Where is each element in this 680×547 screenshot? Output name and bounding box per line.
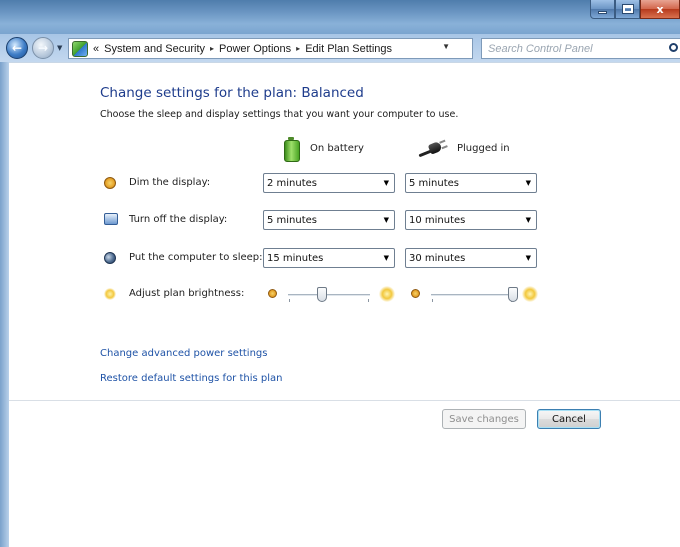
column-label-on-battery: On battery (310, 142, 364, 154)
battery-icon (284, 136, 300, 162)
forward-button[interactable]: → (32, 37, 54, 59)
save-changes-button[interactable]: Save changes (442, 409, 526, 429)
setting-label-brightness: Adjust plan brightness: (129, 288, 245, 299)
setting-row-brightness: Adjust plan brightness: (100, 284, 560, 305)
breadcrumb-separator-icon[interactable]: ▸ (296, 44, 300, 53)
dim-display-plugged-in-select[interactable]: 5 minutes ▼ (405, 173, 537, 193)
sleep-plugged-in-select[interactable]: 30 minutes ▼ (405, 248, 537, 268)
setting-label-turn-off-display: Turn off the display: (129, 214, 228, 225)
plug-prong-shape (441, 145, 448, 150)
control-panel-icon (72, 40, 88, 57)
minimize-icon (598, 10, 607, 14)
close-button[interactable]: x (640, 0, 680, 19)
dropdown-arrow-icon: ▼ (525, 254, 531, 262)
forward-arrow-icon: → (37, 41, 49, 55)
dropdown-value: 10 minutes (409, 214, 466, 226)
address-dropdown-icon[interactable]: ▼ (442, 42, 450, 51)
slider-track[interactable] (288, 294, 370, 296)
title-bar: x (0, 0, 680, 34)
turn-off-display-on-battery-select[interactable]: 5 minutes ▼ (263, 210, 395, 230)
minimize-button[interactable] (590, 0, 615, 19)
column-label-plugged-in: Plugged in (457, 142, 510, 154)
content-area: Change settings for the plan: Balanced C… (9, 62, 680, 547)
setting-label-sleep: Put the computer to sleep: (129, 252, 263, 263)
dim-display-on-battery-select[interactable]: 2 minutes ▼ (263, 173, 395, 193)
breadcrumb-system-and-security[interactable]: System and Security (104, 43, 205, 55)
brightness-plugged-in-slider[interactable] (411, 284, 539, 305)
dropdown-arrow-icon: ▼ (383, 179, 389, 187)
dropdown-value: 15 minutes (267, 252, 324, 264)
slider-thumb[interactable] (317, 287, 328, 302)
dropdown-value: 30 minutes (409, 252, 466, 264)
page-title: Change settings for the plan: Balanced (100, 85, 364, 101)
setting-label-dim-display: Dim the display: (129, 177, 211, 188)
brightness-high-icon (522, 286, 538, 302)
turn-off-display-plugged-in-select[interactable]: 10 minutes ▼ (405, 210, 537, 230)
change-advanced-power-settings-link[interactable]: Change advanced power settings (100, 348, 267, 359)
recent-pages-dropdown-icon[interactable]: ▼ (57, 44, 62, 52)
navigation-bar: ← → ▼ « System and Security ▸ Power Opti… (0, 34, 680, 62)
slider-tick (368, 299, 369, 302)
restore-default-settings-link[interactable]: Restore default settings for this plan (100, 373, 283, 384)
plug-prong-shape (439, 139, 446, 144)
dropdown-value: 5 minutes (267, 214, 318, 226)
maximize-button[interactable] (615, 0, 640, 19)
dropdown-value: 2 minutes (267, 177, 318, 189)
search-icon[interactable] (666, 42, 680, 58)
maximize-icon (621, 4, 634, 14)
dropdown-arrow-icon: ▼ (383, 254, 389, 262)
brightness-low-icon (268, 289, 277, 298)
dropdown-arrow-icon: ▼ (383, 216, 389, 224)
dropdown-arrow-icon: ▼ (525, 216, 531, 224)
page-subtitle: Choose the sleep and display settings th… (100, 109, 459, 120)
brightness-low-icon (411, 289, 420, 298)
brightness-sun-icon (104, 288, 116, 300)
back-button[interactable]: ← (6, 37, 28, 59)
breadcrumb-edit-plan-settings[interactable]: Edit Plan Settings (305, 43, 392, 55)
address-bar[interactable]: « System and Security ▸ Power Options ▸ … (68, 38, 540, 59)
window-frame-left (0, 62, 9, 547)
back-arrow-icon: ← (11, 41, 23, 55)
sleep-on-battery-select[interactable]: 15 minutes ▼ (263, 248, 395, 268)
setting-row-dim-display: Dim the display: 2 minutes ▼ 5 minutes ▼ (100, 173, 560, 194)
search-lens-shape (669, 43, 678, 52)
divider (9, 400, 680, 401)
power-plug-icon (415, 136, 448, 160)
close-icon: x (656, 2, 664, 16)
brightness-high-icon (379, 286, 395, 302)
column-header-plugged-in: Plugged in (417, 135, 510, 161)
setting-row-turn-off-display: Turn off the display: 5 minutes ▼ 10 min… (100, 210, 560, 231)
sleep-moon-icon (104, 252, 116, 264)
dropdown-arrow-icon: ▼ (525, 179, 531, 187)
dropdown-value: 5 minutes (409, 177, 460, 189)
dim-display-icon (104, 177, 116, 189)
slider-track[interactable] (431, 294, 513, 296)
search-placeholder: Search Control Panel (488, 42, 593, 55)
search-input[interactable]: Search Control Panel (481, 38, 680, 59)
column-header-on-battery: On battery (284, 135, 364, 162)
breadcrumb-separator-icon[interactable]: ▸ (210, 44, 214, 53)
breadcrumb-power-options[interactable]: Power Options (219, 43, 291, 55)
monitor-icon (104, 213, 118, 225)
cancel-button[interactable]: Cancel (537, 409, 601, 429)
breadcrumb-overflow[interactable]: « (93, 43, 99, 55)
slider-tick (289, 299, 290, 302)
slider-thumb[interactable] (508, 287, 518, 302)
setting-row-sleep: Put the computer to sleep: 15 minutes ▼ … (100, 248, 560, 269)
slider-tick (432, 299, 433, 302)
caption-buttons: x (590, 0, 680, 19)
brightness-on-battery-slider[interactable] (268, 284, 396, 305)
